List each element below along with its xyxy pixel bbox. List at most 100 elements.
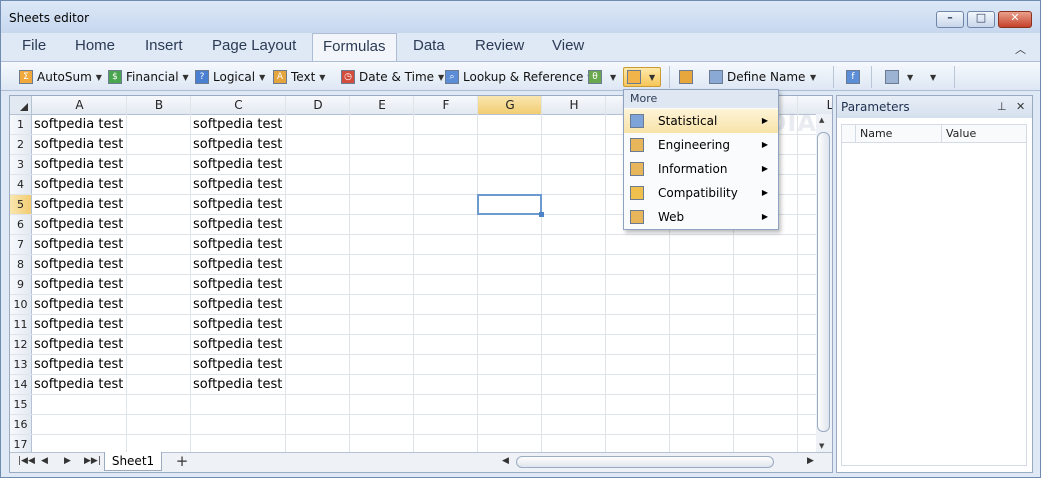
column-header-b[interactable]: B [127,96,191,115]
cell-a2[interactable]: softpedia test [32,135,126,155]
tab-data[interactable]: Data [413,37,445,54]
logical-button[interactable]: ? Logical ▼ [195,67,265,87]
cell-c14[interactable]: softpedia test [191,375,285,395]
cell-c1[interactable]: softpedia test [191,115,285,135]
define-name-dropdown[interactable]: ▼ [806,67,816,87]
scroll-right-icon[interactable]: ▶ [807,456,814,466]
cell-a11[interactable]: softpedia test [32,315,126,335]
tab-formulas[interactable]: Formulas [312,33,397,61]
more-functions-button[interactable]: ▼ [623,67,661,87]
cell-a7[interactable]: softpedia test [32,235,126,255]
tab-insert[interactable]: Insert [145,37,183,54]
cell-a9[interactable]: softpedia test [32,275,126,295]
row-header-3[interactable]: 3 [10,155,32,175]
row-header-1[interactable]: 1 [10,115,32,135]
cell-a3[interactable]: softpedia test [32,155,126,175]
minimize-button[interactable]: – [936,11,964,28]
next-sheet-icon[interactable]: ▶ [64,456,71,466]
cell-a12[interactable]: softpedia test [32,335,126,355]
lookup-reference-button[interactable]: ⌕Lookup & Reference▼ [445,67,594,87]
row-header-8[interactable]: 8 [10,255,32,275]
cell-a6[interactable]: softpedia test [32,215,126,235]
scroll-down-icon[interactable]: ▼ [819,442,824,450]
menu-item-statistical[interactable]: Statistical ▶ [624,109,778,133]
row-header-14[interactable]: 14 [10,375,32,395]
tab-review[interactable]: Review [475,37,524,54]
row-header-9[interactable]: 9 [10,275,32,295]
autosum-button[interactable]: Σ AutoSum ▼ [19,67,102,87]
text-button[interactable]: A Text ▼ [273,67,325,87]
column-header-h[interactable]: H [542,96,606,115]
pin-icon[interactable]: ⊥ [997,96,1007,118]
active-cell-g5[interactable] [477,194,544,217]
math-trig-button[interactable]: θ ▼ [588,67,616,87]
tab-view[interactable]: View [552,37,584,54]
row-header-7[interactable]: 7 [10,235,32,255]
row-header-11[interactable]: 11 [10,315,32,335]
tab-page-layout[interactable]: Page Layout [212,37,296,54]
cell-a10[interactable]: softpedia test [32,295,126,315]
cell-c13[interactable]: softpedia test [191,355,285,375]
row-header-12[interactable]: 12 [10,335,32,355]
vertical-scrollbar[interactable]: ▲ ▼ [816,114,832,454]
cell-c2[interactable]: softpedia test [191,135,285,155]
row-header-2[interactable]: 2 [10,135,32,155]
cell-c12[interactable]: softpedia test [191,335,285,355]
column-header-e[interactable]: E [350,96,414,115]
cell-c10[interactable]: softpedia test [191,295,285,315]
cell-c4[interactable]: softpedia test [191,175,285,195]
row-header-4[interactable]: 4 [10,175,32,195]
menu-item-web[interactable]: Web ▶ [624,205,778,229]
column-header-a[interactable]: A [32,96,127,115]
cell-c11[interactable]: softpedia test [191,315,285,335]
cell-c6[interactable]: softpedia test [191,215,285,235]
vertical-scroll-thumb[interactable] [817,132,830,432]
horizontal-scroll-thumb[interactable] [516,456,774,468]
menu-item-engineering[interactable]: Engineering ▶ [624,133,778,157]
cell-a4[interactable]: softpedia test [32,175,126,195]
column-header-g[interactable]: G [478,96,542,115]
column-header-d[interactable]: D [286,96,350,115]
add-sheet-button[interactable]: + [170,453,194,470]
last-sheet-icon[interactable]: ▶▶| [84,456,101,466]
insert-function-button[interactable]: f [846,67,864,87]
row-header-15[interactable]: 15 [10,395,32,415]
fill-handle[interactable] [539,212,544,217]
column-header-c[interactable]: C [191,96,286,115]
cell-c7[interactable]: softpedia test [191,235,285,255]
tab-file[interactable]: File [22,37,46,54]
cell-a8[interactable]: softpedia test [32,255,126,275]
row-header-16[interactable]: 16 [10,415,32,435]
cell-a5[interactable]: softpedia test [32,195,126,215]
tab-home[interactable]: Home [75,37,115,54]
sheet-tab-sheet1[interactable]: Sheet1 [104,452,162,471]
name-manager-button[interactable] [679,67,697,87]
close-button[interactable]: ✕ [998,11,1032,28]
first-sheet-icon[interactable]: |◀◀ [18,456,35,466]
menu-item-information[interactable]: Information ▶ [624,157,778,181]
row-header-13[interactable]: 13 [10,355,32,375]
cell-c9[interactable]: softpedia test [191,275,285,295]
datetime-button[interactable]: ◷ Date & Time ▼ [341,67,444,87]
financial-button[interactable]: $ Financial ▼ [108,67,189,87]
cell-a13[interactable]: softpedia test [32,355,126,375]
cell-c8[interactable]: softpedia test [191,255,285,275]
calculate-dropdown[interactable]: ▼ [926,67,936,87]
calculation-options-button[interactable]: ▼ [885,67,913,87]
menu-item-compatibility[interactable]: Compatibility ▶ [624,181,778,205]
cell-c5[interactable]: softpedia test [191,195,285,215]
select-all-corner[interactable] [10,96,32,115]
row-header-5[interactable]: 5 [10,195,32,215]
close-panel-icon[interactable]: ✕ [1016,96,1025,118]
scroll-left-icon[interactable]: ◀ [502,456,509,466]
cell-a1[interactable]: softpedia test [32,115,126,135]
define-name-button[interactable]: Define Name [709,67,805,87]
column-header-f[interactable]: F [414,96,478,115]
collapse-ribbon-icon[interactable]: ︿ [1015,41,1026,57]
prev-sheet-icon[interactable]: ◀ [41,456,48,466]
row-header-10[interactable]: 10 [10,295,32,315]
cell-a14[interactable]: softpedia test [32,375,126,395]
scroll-up-icon[interactable]: ▲ [819,116,824,124]
maximize-button[interactable]: □ [967,11,995,28]
cell-c3[interactable]: softpedia test [191,155,285,175]
